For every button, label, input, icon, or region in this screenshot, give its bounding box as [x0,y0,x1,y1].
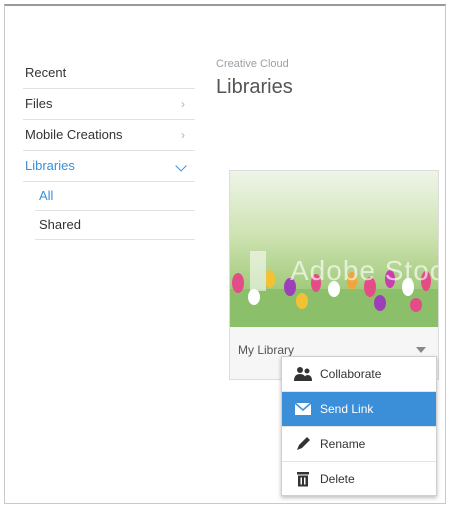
menu-item-label: Send Link [320,402,374,416]
menu-item-collaborate[interactable]: Collaborate [282,357,436,392]
delete-icon [297,472,309,487]
sidebar-item-recent[interactable]: Recent [23,58,195,89]
caret-down-icon[interactable] [416,347,426,353]
stock-watermark: Adobe Stock [290,255,438,286]
sidebar-item-label: Recent [25,65,67,80]
library-thumbnail: Adobe Stock [230,171,438,327]
chevron-right-icon: › [181,97,185,111]
subnav-item-all[interactable]: All [35,182,195,211]
app-window: Recent Files › Mobile Creations › Librar… [4,4,446,504]
library-context-menu: Collaborate Send Link Rename Delete [281,356,437,496]
collaborate-icon [294,367,312,381]
sidebar-item-label: Libraries [25,158,75,173]
chevron-down-icon [175,160,187,172]
page-subtitle: Creative Cloud [216,58,289,70]
libraries-subnav: All Shared [35,182,195,240]
sidebar-item-libraries[interactable]: Libraries [23,151,195,182]
sidebar-item-label: Files [25,96,53,111]
subnav-item-shared[interactable]: Shared [35,211,195,240]
sidebar-item-files[interactable]: Files › [23,89,195,120]
menu-item-label: Delete [320,472,355,486]
menu-item-send-link[interactable]: Send Link [282,392,436,427]
send-link-icon [294,402,312,415]
library-name-text: My Library [238,343,295,357]
rename-icon [297,437,310,450]
library-card[interactable]: Adobe Stock My Library [229,170,439,380]
page-title: Libraries [216,76,293,98]
sidebar-item-mobile-creations[interactable]: Mobile Creations › [23,120,195,151]
tulip-field-image [230,251,438,327]
page-header: Creative Cloud Libraries [216,58,293,99]
menu-item-delete[interactable]: Delete [282,462,436,497]
subnav-item-label: All [39,188,54,203]
sidebar-item-label: Mobile Creations [25,127,123,142]
menu-item-label: Collaborate [320,367,382,381]
subnav-item-label: Shared [39,217,81,232]
menu-item-label: Rename [320,437,366,451]
menu-item-rename[interactable]: Rename [282,427,436,462]
sidebar: Recent Files › Mobile Creations › Librar… [23,58,195,240]
chevron-right-icon: › [181,128,185,142]
